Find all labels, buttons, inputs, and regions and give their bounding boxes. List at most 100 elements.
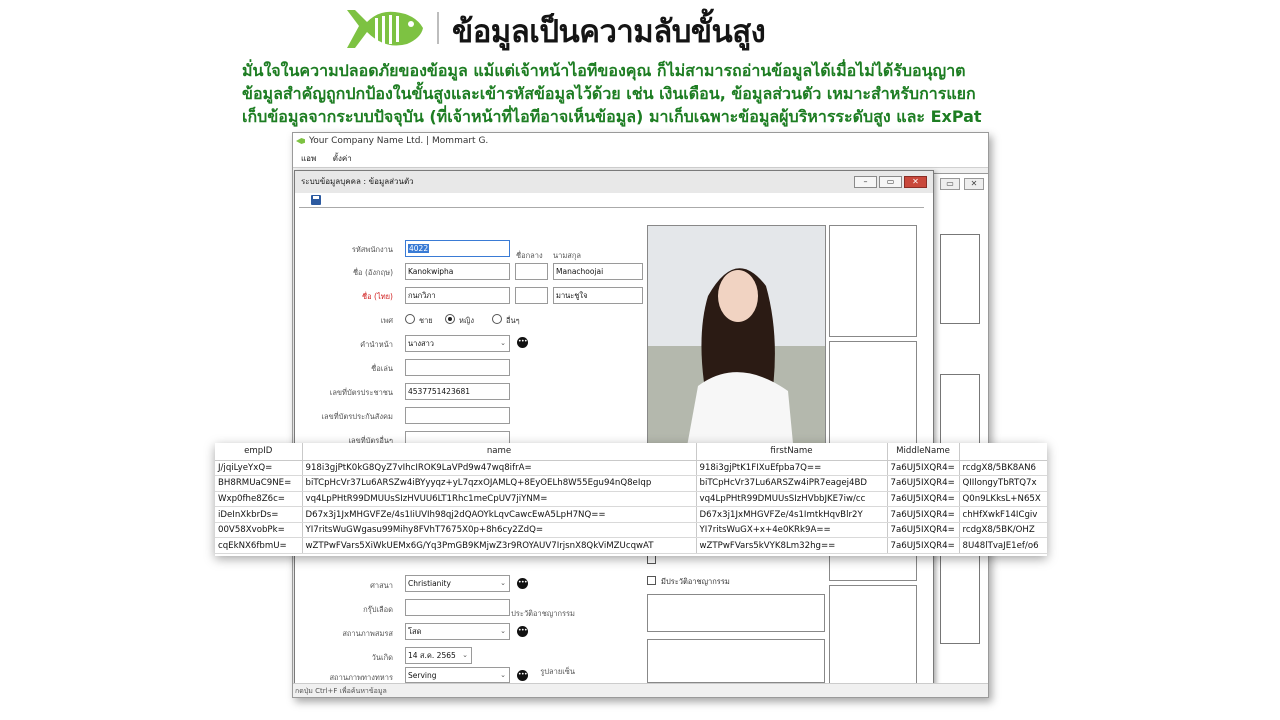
label-marital-status: สถานภาพสมรส — [342, 629, 393, 638]
religion-select[interactable]: Christianity ⌄ — [405, 575, 510, 592]
cell-name: biTCpHcVr37Lu6ARSZw4iBYyyqz+yL7qzxOJAMLQ… — [302, 475, 697, 492]
chevron-down-icon: ⌄ — [500, 339, 506, 347]
label-criminal-history: ประวัติอาชญากรรม — [511, 609, 575, 618]
form-title: ระบบข้อมูลบุคคล : ข้อมูลส่วนตัว — [301, 177, 414, 186]
app-window: Your Company Name Ltd. | Mommart G. แอพ … — [292, 132, 989, 698]
option-checkbox[interactable] — [647, 555, 656, 564]
label-birthdate: วันเกิด — [371, 653, 393, 662]
cell-middlename: 7a6UJ5IXQR4= — [887, 522, 960, 539]
background-window: ▭ ✕ — [933, 173, 988, 697]
social-security-field[interactable] — [405, 407, 510, 424]
app-titlebar: Your Company Name Ltd. | Mommart G. — [293, 133, 988, 150]
bg-panel — [940, 234, 980, 324]
middle-name-th-field[interactable] — [515, 287, 548, 304]
table-row[interactable]: Wxp0fhe8Z6c= vq4LpPHtR99DMUUsSIzHVUU6LT1… — [215, 491, 1047, 508]
restore-button[interactable]: ▭ — [879, 176, 902, 188]
gender-male-radio[interactable] — [405, 314, 415, 324]
middle-name-en-field[interactable] — [515, 263, 548, 280]
cell-firstname: D67x3j1JxMHGVFZe/4s1ImtkHqvBlr2Y — [696, 506, 888, 523]
column-header-name[interactable]: name — [302, 443, 697, 461]
signature-box[interactable] — [647, 639, 825, 683]
chevron-down-icon: ⌄ — [500, 579, 506, 587]
cell-empid: iDeInXkbrDs= — [215, 506, 303, 523]
cell-extra: QIIlongyTbRTQ7x — [959, 475, 1047, 492]
first-name-th-field[interactable]: กนกวิภา — [405, 287, 510, 304]
table-row[interactable]: J/jqiLyeYxQ= 918i3gjPtK0kG8QyZ7vIhcIROK9… — [215, 460, 1047, 477]
cell-firstname: wZTPwFVars5kVYK8Lm32hg== — [696, 537, 888, 555]
cell-name: wZTPwFVars5XiWkUEMx6G/Yq3PmGB9KMjwZ3r9RO… — [302, 537, 697, 555]
label-emp-code: รหัสพนักงาน — [351, 245, 393, 254]
status-bar: กดปุ่ม Ctrl+F เพื่อค้นหาข้อมูล — [293, 683, 988, 697]
save-icon[interactable] — [311, 195, 321, 205]
gender-other-label: อื่นๆ — [506, 316, 520, 325]
cell-extra: 8U48lTvaJE1ef/o6 — [959, 537, 1047, 555]
employee-form-window: ระบบข้อมูลบุคคล : ข้อมูลส่วนตัว – ▭ ✕ รห… — [294, 170, 934, 685]
chevron-down-icon: ⌄ — [462, 651, 468, 659]
close-button[interactable]: ✕ — [904, 176, 927, 188]
description-line-3: เก็บข้อมูลจากระบบปัจจุบัน (ที่เจ้าหน้าที… — [242, 107, 982, 126]
label-blood-group: กรุ๊ปเลือด — [363, 605, 393, 614]
cell-firstname: biTCpHcVr37Lu6ARSZw4iPR7eagej4BD — [696, 475, 888, 492]
cell-empid: cqEkNX6fbmU= — [215, 537, 303, 555]
form-toolbar — [295, 193, 933, 207]
criminal-history-textarea[interactable] — [647, 594, 825, 632]
more-options-icon[interactable]: ••• — [517, 670, 528, 681]
column-header-empid[interactable]: empID — [215, 443, 303, 461]
cell-firstname: 918i3gjPtK1FIXuEfpba7Q== — [696, 460, 888, 477]
menu-settings[interactable]: ตั้งค่า — [333, 154, 352, 163]
column-header-middlename[interactable]: MiddleName — [887, 443, 960, 461]
app-fish-icon — [296, 138, 305, 144]
cell-extra: rcdgX8/5BK8AN6 — [959, 460, 1047, 477]
cell-extra: Q0n9LKksL+N65X — [959, 491, 1047, 508]
cell-firstname: vq4LpPHtR99DMUUsSIzHVbbJKE7iw/cc — [696, 491, 888, 508]
criminal-record-checkbox[interactable] — [647, 576, 656, 585]
last-name-en-field[interactable]: Manachoojai — [553, 263, 643, 280]
birthdate-picker[interactable]: 14 ส.ค. 2565 ⌄ — [405, 647, 472, 664]
label-title: คำนำหน้า — [360, 340, 393, 349]
column-header-firstname[interactable]: firstName — [696, 443, 888, 461]
marital-status-select[interactable]: โสด ⌄ — [405, 623, 510, 640]
nickname-field[interactable] — [405, 359, 510, 376]
table-row[interactable]: iDeInXkbrDs= D67x3j1JxMHGVFZe/4s1IiUVIh9… — [215, 506, 1047, 523]
emp-code-field[interactable]: 4022 — [405, 240, 510, 257]
chevron-down-icon: ⌄ — [500, 627, 506, 635]
cell-middlename: 7a6UJ5IXQR4= — [887, 506, 960, 523]
cell-middlename: 7a6UJ5IXQR4= — [887, 491, 960, 508]
toolbar-divider — [299, 207, 924, 208]
minimize-button[interactable]: – — [854, 176, 877, 188]
menu-bar: แอพ ตั้งค่า — [293, 150, 988, 168]
military-status-select[interactable]: Serving ⌄ — [405, 667, 510, 683]
label-id-card: เลขที่บัตรประชาชน — [329, 388, 393, 397]
gender-other-radio[interactable] — [492, 314, 502, 324]
cell-firstname: YI7ritsWuGX+x+4e0KRk9A== — [696, 522, 888, 539]
last-name-th-field[interactable]: มานะชูใจ — [553, 287, 643, 304]
label-middle-name: ชื่อกลาง — [516, 251, 543, 260]
label-nickname: ชื่อเล่น — [371, 364, 393, 373]
cell-extra: rcdgX8/5BK/OHZ — [959, 522, 1047, 539]
table-row[interactable]: cqEkNX6fbmU= wZTPwFVars5XiWkUEMx6G/Yq3Pm… — [215, 537, 1047, 555]
label-name-en: ชื่อ (อังกฤษ) — [352, 268, 393, 277]
cell-name: 918i3gjPtK0kG8QyZ7vIhcIROK9LaVPd9w47wq8i… — [302, 460, 697, 477]
cell-empid: 00V58XvobPk= — [215, 522, 303, 539]
more-options-icon[interactable]: ••• — [517, 578, 528, 589]
menu-app[interactable]: แอพ — [301, 154, 316, 163]
table-row[interactable]: 00V58XvobPk= YI7ritsWuGWgasu99Mihy8FVhT7… — [215, 522, 1047, 539]
label-surname: นามสกุล — [553, 251, 581, 260]
title-select[interactable]: นางสาว ⌄ — [405, 335, 510, 352]
title-separator — [437, 12, 439, 44]
cell-middlename: 7a6UJ5IXQR4= — [887, 460, 960, 477]
more-options-icon[interactable]: ••• — [517, 337, 528, 348]
cell-name: D67x3j1JxMHGVFZe/4s1IiUVIh98qj2dQAOYkLqv… — [302, 506, 697, 523]
table-row[interactable]: BH8RMUaC9NE= biTCpHcVr37Lu6ARSZw4iBYyyqz… — [215, 475, 1047, 492]
gender-female-radio[interactable] — [445, 314, 455, 324]
first-name-en-field[interactable]: Kanokwipha — [405, 263, 510, 280]
bg-close-button[interactable]: ✕ — [964, 178, 984, 190]
page-title: ข้อมูลเป็นความลับขั้นสูง — [452, 14, 766, 50]
bg-maximize-button[interactable]: ▭ — [940, 178, 960, 190]
description-line-2: ข้อมูลสำคัญถูกปกป้องในขั้นสูงและเข้ารหัส… — [242, 84, 976, 103]
cell-empid: J/jqiLyeYxQ= — [215, 460, 303, 477]
label-religion: ศาสนา — [370, 581, 393, 590]
more-options-icon[interactable]: ••• — [517, 626, 528, 637]
id-card-field[interactable]: 4537751423681 — [405, 383, 510, 400]
column-header-extra[interactable] — [959, 443, 1047, 461]
